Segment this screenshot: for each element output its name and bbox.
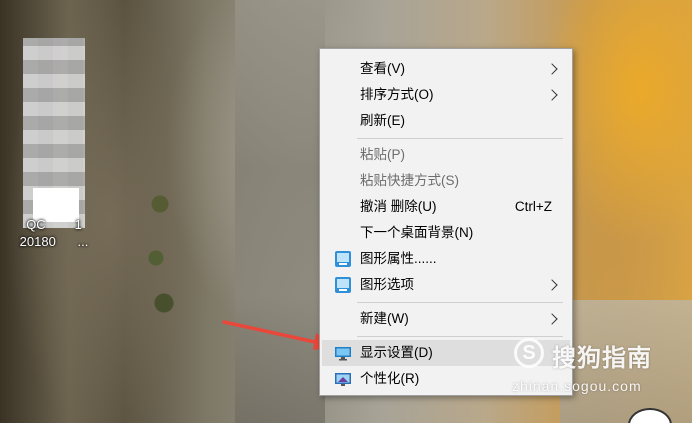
sogou-watermark: S 搜狗指南 zhinan.sogou.com: [508, 338, 688, 398]
chevron-right-icon: [546, 279, 558, 291]
menu-item-label: 排序方式(O): [360, 87, 434, 102]
menu-item-view[interactable]: 查看(V): [322, 56, 570, 82]
menu-item-sort-by[interactable]: 排序方式(O): [322, 82, 570, 108]
menu-item-graphics-properties[interactable]: 图形属性......: [322, 246, 570, 272]
menu-item-label: 下一个桌面背景(N): [360, 225, 474, 240]
menu-separator: [357, 336, 563, 337]
blurred-app-icon: [23, 38, 85, 228]
menu-item-label: 撤消 删除(U): [360, 199, 437, 214]
menu-item-label: 粘贴(P): [360, 147, 405, 162]
menu-item-undo-delete[interactable]: 撤消 删除(U) Ctrl+Z: [322, 194, 570, 220]
desktop-background[interactable]: QC 1 20180 ... 查看(V) 排序方式(O) 刷新(E) 粘贴(P)…: [0, 0, 692, 423]
menu-item-shortcut: Ctrl+Z: [514, 199, 552, 214]
sogou-logo-icon: S: [514, 338, 544, 368]
menu-separator: [357, 138, 563, 139]
chevron-right-icon: [546, 63, 558, 75]
wallpaper-leaves: [140, 150, 180, 330]
personalize-icon: [335, 373, 351, 386]
menu-item-label: 粘贴快捷方式(S): [360, 173, 459, 188]
menu-separator: [357, 302, 563, 303]
menu-item-label: 图形选项: [360, 277, 414, 292]
menu-item-label: 个性化(R): [360, 371, 420, 386]
menu-item-label: 刷新(E): [360, 113, 405, 128]
menu-item-label: 新建(W): [360, 311, 409, 326]
menu-item-label: 显示设置(D): [360, 345, 433, 360]
display-settings-icon: [335, 347, 351, 361]
intel-graphics-icon: [335, 251, 351, 267]
menu-item-graphics-options[interactable]: 图形选项: [322, 272, 570, 298]
watermark-url: zhinan.sogou.com: [512, 378, 642, 394]
menu-item-next-background[interactable]: 下一个桌面背景(N): [322, 220, 570, 246]
desktop-icon-label: QC 1 20180 ...: [8, 216, 100, 250]
icon-label-line2: 20180 ...: [19, 234, 89, 249]
wallpaper-rock: [235, 0, 325, 423]
watermark-title: 搜狗指南: [552, 345, 652, 372]
icon-label-line1: QC 1: [26, 217, 82, 232]
chevron-right-icon: [546, 313, 558, 325]
chevron-right-icon: [546, 89, 558, 101]
menu-item-label: 图形属性......: [360, 251, 437, 266]
menu-item-paste[interactable]: 粘贴(P): [322, 142, 570, 168]
menu-item-new[interactable]: 新建(W): [322, 306, 570, 332]
menu-item-refresh[interactable]: 刷新(E): [322, 108, 570, 134]
menu-item-label: 查看(V): [360, 61, 405, 76]
intel-graphics-icon: [335, 277, 351, 293]
menu-item-paste-shortcut[interactable]: 粘贴快捷方式(S): [322, 168, 570, 194]
desktop-icon-qq[interactable]: QC 1 20180 ...: [8, 28, 98, 258]
